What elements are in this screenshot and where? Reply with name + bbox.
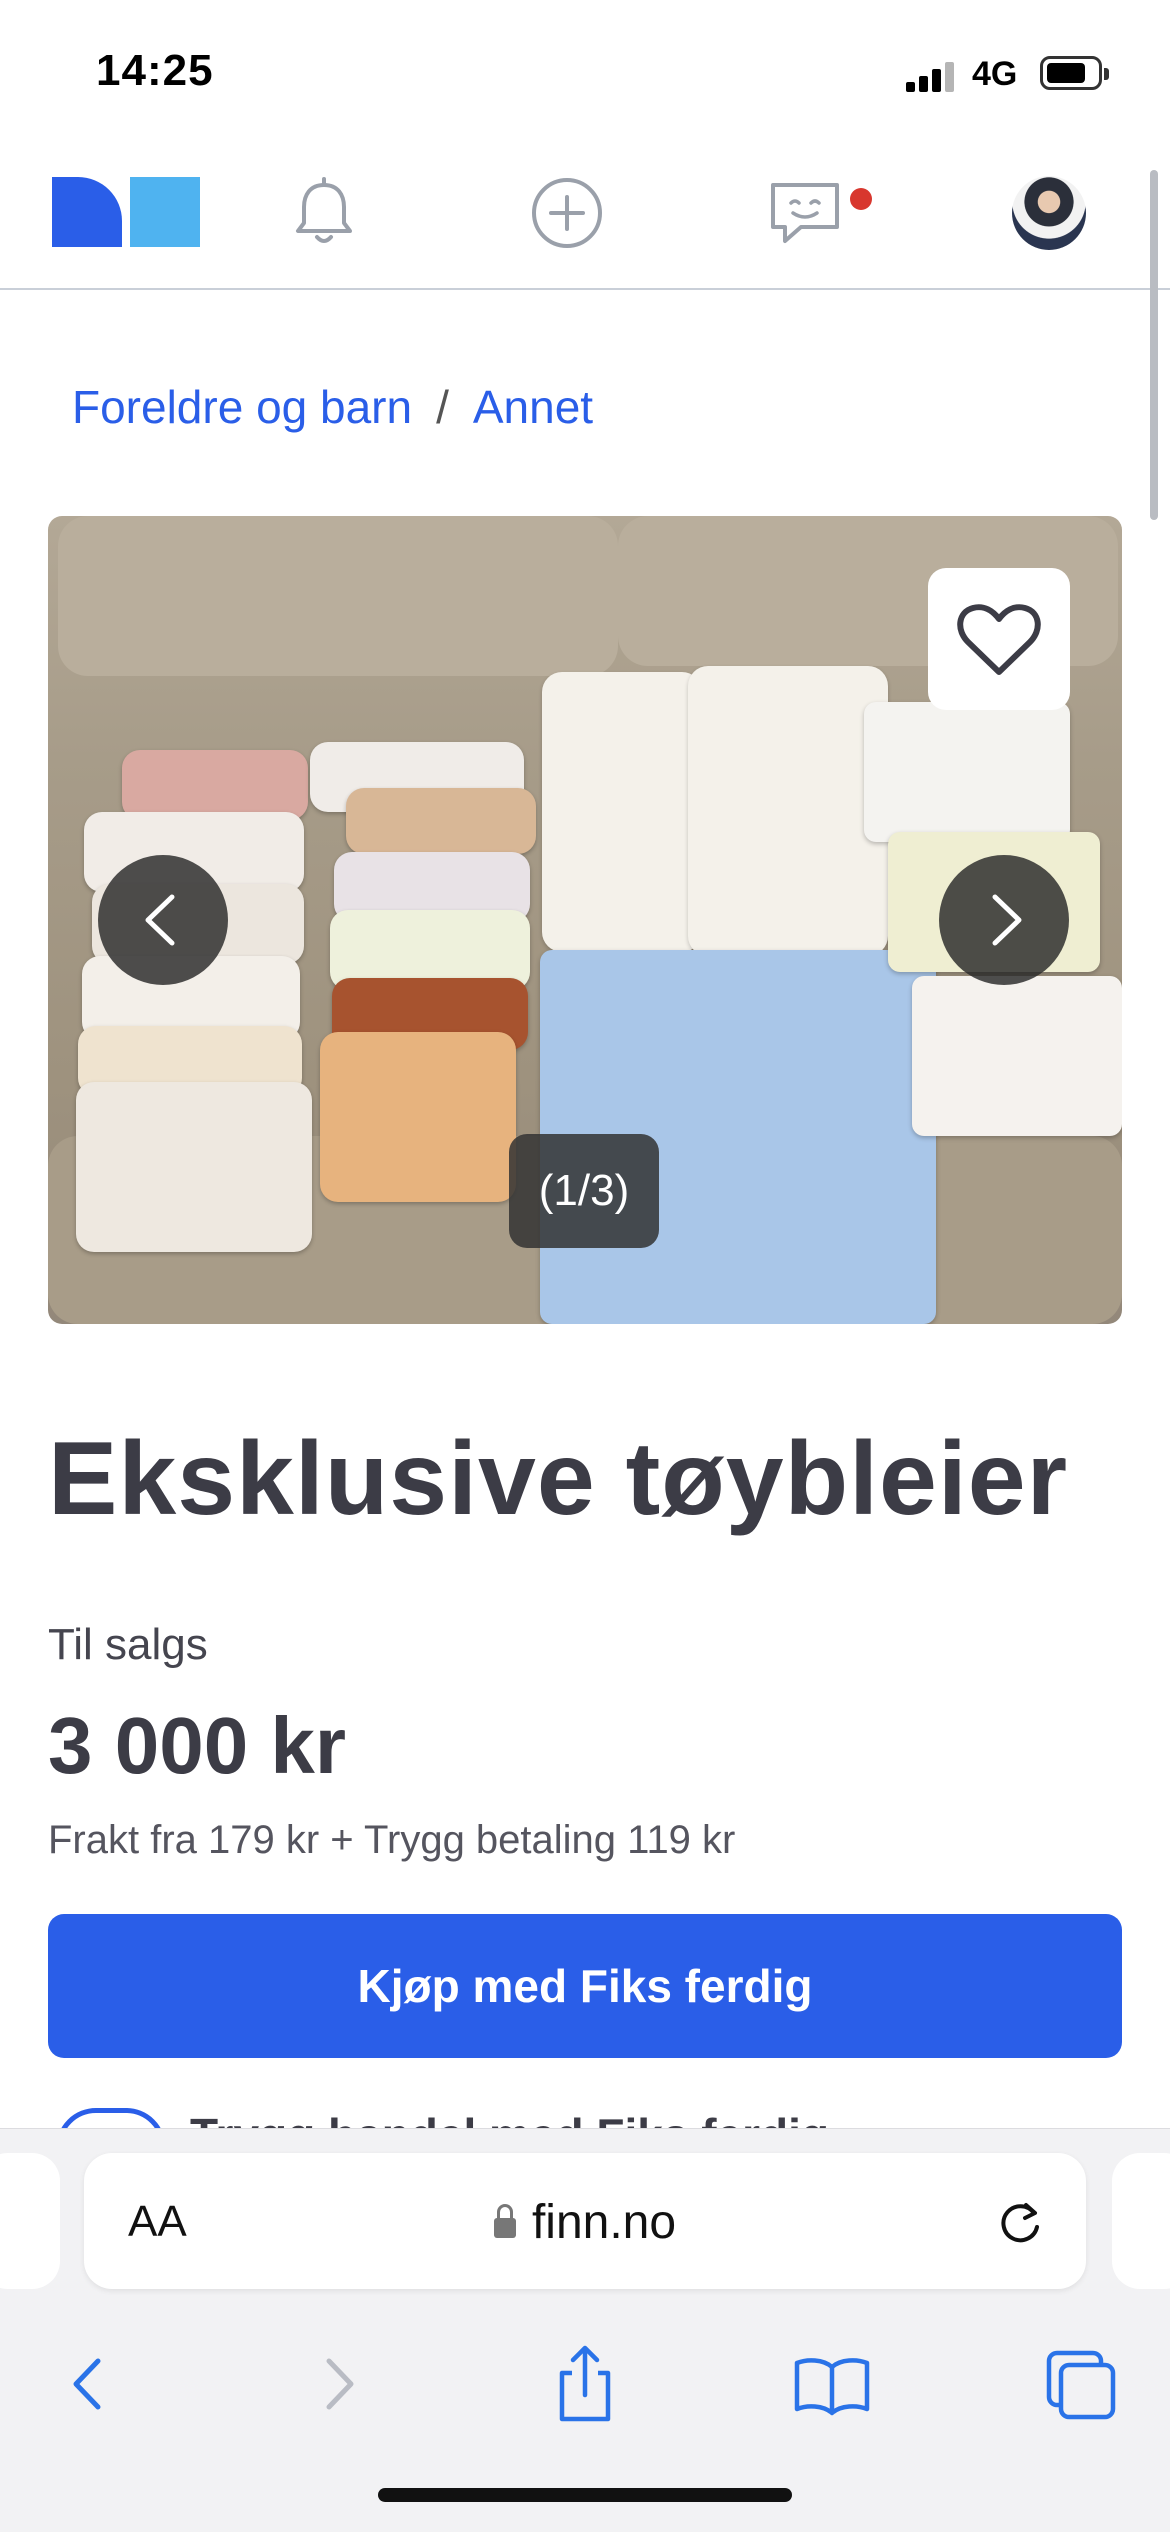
previous-tab-preview[interactable]	[0, 2153, 60, 2289]
finn-logo[interactable]	[52, 177, 200, 247]
heart-icon	[957, 604, 1041, 675]
breadcrumb-separator: /	[436, 381, 449, 433]
url-text: finn.no	[531, 2196, 677, 2249]
avatar[interactable]	[1012, 176, 1086, 250]
buy-button[interactable]: Kjøp med Fiks ferdig	[48, 1914, 1122, 2058]
breadcrumb-item-current[interactable]: Annet	[473, 381, 593, 433]
scrollbar[interactable]	[1150, 170, 1158, 520]
messages-icon[interactable]	[765, 173, 845, 253]
image-counter: (1/3)	[509, 1134, 659, 1248]
next-image-button[interactable]	[939, 855, 1069, 985]
tabs-icon[interactable]	[1035, 2339, 1125, 2429]
unread-indicator	[850, 188, 872, 210]
battery-icon	[1040, 56, 1109, 90]
status-time: 14:25	[96, 46, 214, 95]
network-type: 4G	[972, 55, 1018, 93]
breadcrumb-item-parent[interactable]: Foreldre og barn	[72, 381, 412, 433]
bell-icon[interactable]	[284, 173, 364, 253]
breadcrumb: Foreldre og barn / Annet	[72, 380, 593, 434]
shipping-info: Frakt fra 179 kr + Trygg betaling 119 kr	[48, 1818, 736, 1862]
listing-title: Eksklusive tøybleier	[48, 1421, 1069, 1537]
bookmarks-icon[interactable]	[787, 2339, 877, 2429]
add-circle-icon[interactable]	[527, 173, 607, 253]
price: 3 000 kr	[48, 1701, 347, 1790]
browser-chrome: AA finn.no	[0, 2128, 1170, 2532]
chevron-left-icon	[145, 894, 175, 946]
reload-icon[interactable]	[994, 2197, 1046, 2249]
next-tab-preview[interactable]	[1112, 2153, 1170, 2289]
home-indicator[interactable]	[378, 2488, 792, 2502]
forward-icon[interactable]	[295, 2339, 385, 2429]
back-icon[interactable]	[42, 2339, 132, 2429]
url-display[interactable]: finn.no	[84, 2195, 1086, 2250]
browser-toolbar	[0, 2339, 1170, 2449]
chevron-right-icon	[992, 894, 1022, 946]
favorite-button[interactable]	[928, 568, 1070, 710]
sale-type-label: Til salgs	[48, 1620, 208, 1669]
share-icon[interactable]	[540, 2339, 630, 2429]
signal-icon	[906, 60, 958, 92]
status-bar: 14:25 4G	[0, 0, 1170, 140]
previous-image-button[interactable]	[98, 855, 228, 985]
lock-icon	[493, 2204, 516, 2238]
top-navigation	[0, 140, 1170, 290]
address-bar[interactable]: AA finn.no	[84, 2153, 1086, 2289]
